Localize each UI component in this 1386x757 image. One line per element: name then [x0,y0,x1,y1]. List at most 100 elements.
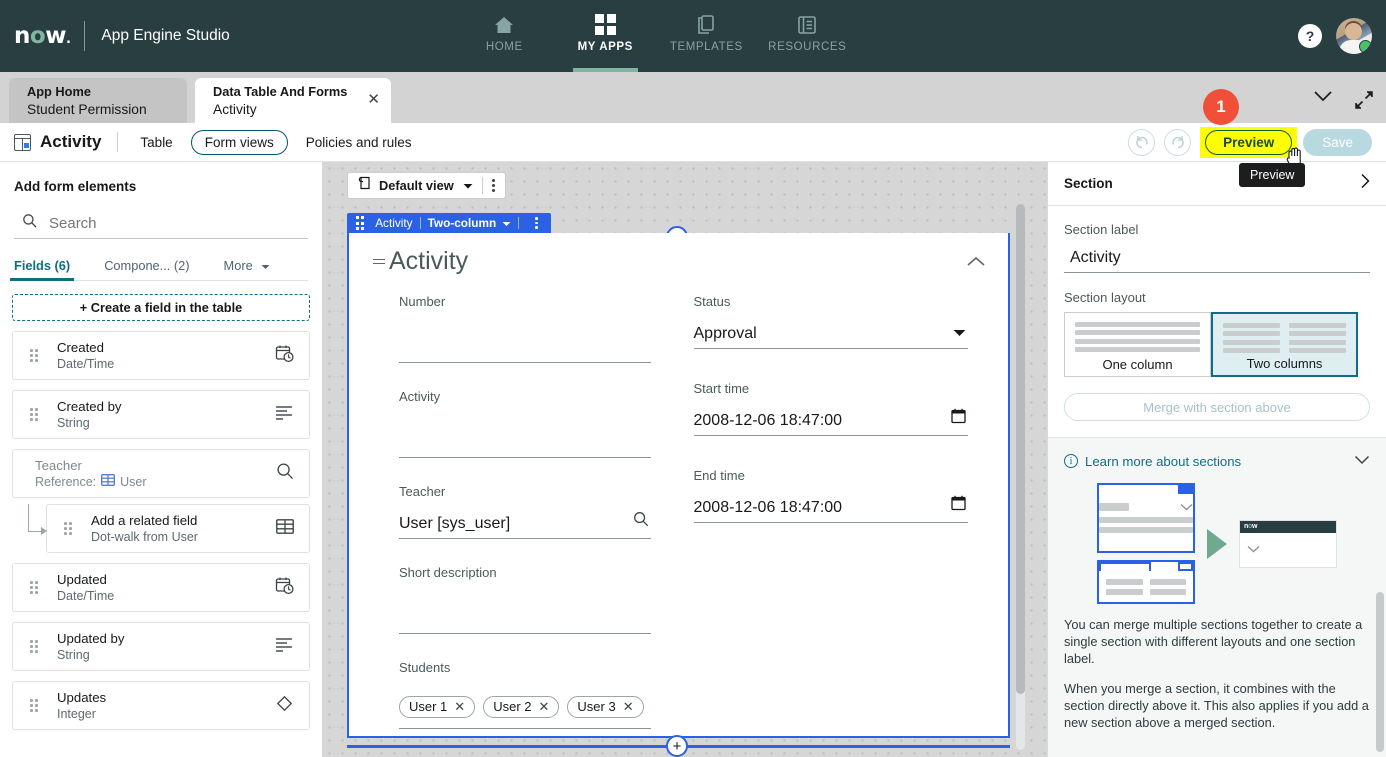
create-field-button[interactable]: + Create a field in the table [12,294,310,321]
chevron-down-icon[interactable] [502,214,511,232]
nav-label-resources: RESOURCES [768,40,847,53]
save-button[interactable]: Save [1303,128,1372,156]
tab-more[interactable]: More [224,258,271,280]
chip-user-2[interactable]: User 2 ✕ [483,695,560,718]
canvas-scrollbar[interactable] [1016,204,1025,750]
layout-option-two-columns[interactable]: Two columns [1211,312,1358,377]
section-layout-chip[interactable]: Two-column [428,216,497,230]
calendar-icon[interactable] [951,408,966,429]
field-name: Teacher [35,457,82,473]
divider [419,217,421,229]
view-toolbar: Default view [347,172,506,199]
chevron-down-icon[interactable] [1354,452,1370,470]
drag-handle-icon[interactable] [30,581,40,594]
drag-handle-icon[interactable] [30,349,40,362]
section-more-icon[interactable] [535,217,538,229]
close-icon[interactable]: ✕ [623,699,634,715]
form-field-number: Number [399,294,651,363]
nav-item-resources[interactable]: RESOURCES [757,0,858,72]
undo-icon[interactable] [1128,128,1156,156]
tab-active-subtitle: Activity [213,102,257,117]
tab-policies-and-rules[interactable]: Policies and rules [300,131,418,154]
now-logo[interactable]: now. [14,23,71,49]
nav-item-templates[interactable]: TEMPLATES [656,0,757,72]
section-layout-options: One column Two columns [1064,312,1370,377]
tab-app-home[interactable]: App Home Student Permission [9,78,187,123]
chip-user-1[interactable]: User 1 ✕ [399,695,476,718]
field-label: Activity [399,389,441,404]
redo-icon[interactable] [1164,128,1192,156]
chevron-right-icon[interactable] [1360,173,1370,194]
chevron-down-icon[interactable] [463,177,473,195]
nav-item-my-apps[interactable]: MY APPS [555,0,656,72]
short-description-input[interactable] [399,590,651,634]
field-card-add-related-field[interactable]: Add a related field Dot-walk from User [46,504,310,553]
right-panel-scrollbar-thumb[interactable] [1376,592,1384,752]
field-name: Created [57,339,104,355]
merge-with-section-above-button[interactable]: Merge with section above [1064,393,1370,421]
layout-option-one-column[interactable]: One column [1064,312,1211,377]
templates-icon [695,12,717,38]
section-collapse-icon[interactable] [966,255,986,273]
search-input[interactable] [49,214,308,232]
field-label: Short description [399,565,497,580]
browser-tab-bar: App Home Student Permission Data Table A… [0,72,1386,123]
chevron-down-icon[interactable] [953,324,966,342]
close-icon[interactable]: ✕ [367,92,380,107]
status-select[interactable]: Approval [693,319,968,349]
end-time-input[interactable]: 2008-12-06 18:47:00 [693,493,968,523]
teacher-reference-input[interactable]: User [sys_user] [399,509,651,539]
drag-handle-icon[interactable] [64,522,74,535]
learn-paragraph-1: You can merge multiple sections together… [1064,617,1363,666]
drag-handle-icon[interactable] [356,216,365,230]
activity-input[interactable] [399,414,651,458]
field-card-created[interactable]: Created Date/Time [12,331,310,380]
field-type: Date/Time [57,588,115,603]
drag-handle-icon[interactable] [30,640,40,653]
number-input[interactable] [399,319,651,363]
field-card-created-by[interactable]: Created by String [12,390,310,439]
section-label-input[interactable]: Activity [1064,243,1370,273]
field-card-teacher[interactable]: Teacher Reference: User [12,449,310,498]
preview-button[interactable]: Preview [1205,129,1293,155]
tab-data-table-and-forms[interactable]: Data Table And Forms Activity ✕ [195,78,391,123]
view-selector[interactable]: Default view [347,172,506,199]
avatar[interactable] [1336,18,1372,54]
close-icon[interactable]: ✕ [539,699,550,715]
tab-table[interactable]: Table [134,131,178,154]
drag-handle-icon[interactable] [30,699,40,712]
divider [117,132,119,152]
drag-handle-icon[interactable] [30,408,40,421]
tab-form-views[interactable]: Form views [190,129,288,155]
field-card-updated-by[interactable]: Updated by String [12,622,310,671]
chip-label: User 2 [493,699,532,714]
chevron-down-icon[interactable] [1312,89,1334,108]
close-icon[interactable]: ✕ [454,699,465,715]
help-icon[interactable]: ? [1298,24,1322,48]
canvas-scrollbar-thumb[interactable] [1016,204,1025,694]
tab-components[interactable]: Compone... (2) [104,258,189,280]
search-icon[interactable] [633,511,649,532]
chip-user-3[interactable]: User 3 ✕ [567,695,644,718]
students-input[interactable]: User 1 ✕ User 2 ✕ User 3 ✕ [399,685,651,729]
calendar-icon[interactable] [951,495,966,516]
layout-label: Two columns [1246,356,1323,371]
field-value: 2008-12-06 18:47:00 [693,411,843,429]
view-more-icon[interactable] [491,178,495,193]
field-card-updates[interactable]: Updates Integer [12,681,310,730]
view-icon [358,176,372,195]
date-time-icon [275,576,294,600]
search-field[interactable] [14,208,308,239]
section-header-bar[interactable]: Activity Two-column [347,213,551,233]
tab-fields[interactable]: Fields (6) [9,258,75,281]
start-time-input[interactable]: 2008-12-06 18:47:00 [693,406,968,436]
learn-more-header[interactable]: i Learn more about sections [1064,452,1370,470]
expand-icon[interactable] [1354,90,1374,115]
home-icon [493,12,515,38]
field-label: Students [399,660,451,675]
nav-item-home[interactable]: HOME [454,0,555,72]
add-section-bottom-button[interactable]: + [666,735,688,757]
element-type-tabs: Fields (6) Compone... (2) More [9,251,308,281]
layout-label: One column [1102,357,1173,372]
field-card-updated[interactable]: Updated Date/Time [12,563,310,612]
